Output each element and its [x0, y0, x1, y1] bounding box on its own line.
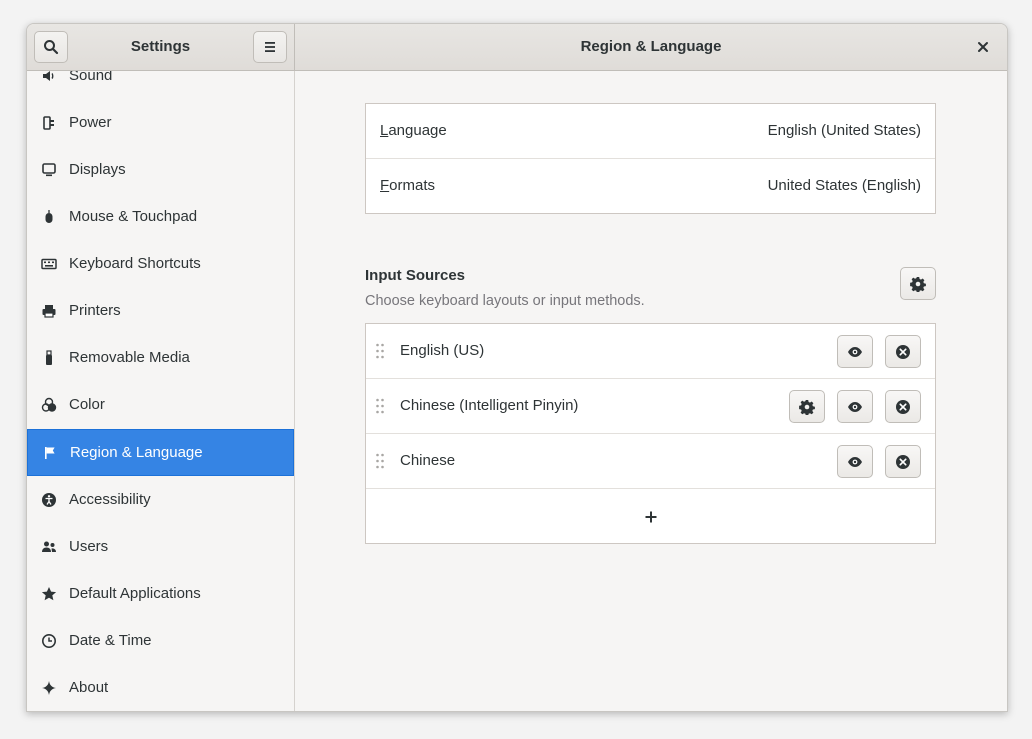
- drag-handle-icon[interactable]: [375, 398, 385, 414]
- language-row[interactable]: Language English (United States): [366, 104, 935, 159]
- sidebar-item-displays[interactable]: Displays: [27, 146, 294, 193]
- sidebar-item-label: Displays: [69, 161, 126, 178]
- input-sources-subtitle: Choose keyboard layouts or input methods…: [365, 293, 645, 309]
- remove-input-source-button[interactable]: [885, 445, 921, 478]
- show-layout-button[interactable]: [837, 390, 873, 423]
- close-window-button[interactable]: [973, 37, 993, 57]
- menu-button[interactable]: [253, 31, 287, 63]
- sidebar-header: Settings: [27, 24, 295, 70]
- power-plug-icon: [40, 114, 58, 132]
- sidebar-item-color[interactable]: Color: [27, 381, 294, 428]
- settings-window: Settings Region & Language Sound Power D…: [26, 23, 1008, 712]
- sidebar-item-users[interactable]: Users: [27, 523, 294, 570]
- remove-input-source-button[interactable]: [885, 390, 921, 423]
- sidebar-item-label: Users: [69, 538, 109, 555]
- sidebar-item-keyboard-shortcuts[interactable]: Keyboard Shortcuts: [27, 240, 294, 287]
- sidebar-item-label: Removable Media: [69, 349, 190, 366]
- region-settings-list: Language English (United States) Formats…: [365, 103, 936, 214]
- sidebar-item-default-applications[interactable]: Default Applications: [27, 570, 294, 617]
- display-icon: [40, 161, 58, 179]
- add-input-source-button[interactable]: [366, 489, 935, 544]
- flag-icon: [41, 444, 59, 462]
- input-source-name: Chinese (Intelligent Pinyin): [400, 397, 579, 414]
- users-icon: [40, 538, 58, 556]
- sidebar-item-about[interactable]: About: [27, 664, 294, 711]
- sidebar-item-label: Default Applications: [69, 585, 201, 602]
- sparkle-icon: [40, 679, 58, 697]
- eye-icon: [848, 346, 862, 357]
- sidebar-item-accessibility[interactable]: Accessibility: [27, 476, 294, 523]
- printer-icon: [40, 302, 58, 320]
- sidebar-item-label: Printers: [69, 302, 121, 319]
- sidebar-item-power[interactable]: Power: [27, 99, 294, 146]
- input-sources-options-button[interactable]: [900, 267, 936, 300]
- sidebar-item-label: Date & Time: [69, 632, 152, 649]
- remove-circle-icon: [896, 344, 910, 359]
- sidebar-item-label: Mouse & Touchpad: [69, 208, 198, 225]
- speaker-icon: [40, 71, 58, 85]
- clock-icon: [40, 632, 58, 650]
- input-sources-list: English (US) Chinese (Intelligent Pinyin…: [365, 323, 936, 544]
- mouse-icon: [40, 208, 58, 226]
- accessibility-icon: [40, 491, 58, 509]
- input-source-row[interactable]: Chinese: [366, 434, 935, 489]
- star-icon: [40, 585, 58, 603]
- sidebar-item-label: Region & Language: [70, 444, 203, 461]
- header-bar: Settings Region & Language: [27, 24, 1007, 71]
- show-layout-button[interactable]: [837, 335, 873, 368]
- sidebar-item-printers[interactable]: Printers: [27, 287, 294, 334]
- hamburger-menu-icon: [265, 42, 275, 52]
- sidebar-item-label: Accessibility: [69, 491, 151, 508]
- sidebar-item-region-language[interactable]: Region & Language: [27, 429, 294, 476]
- input-source-name: Chinese: [400, 452, 456, 469]
- sidebar-item-label: Color: [69, 396, 105, 413]
- formats-row[interactable]: Formats United States (English): [366, 159, 935, 214]
- input-sources-title: Input Sources: [365, 267, 466, 284]
- sidebar-item-label: Power: [69, 114, 112, 131]
- sidebar-item-mouse-touchpad[interactable]: Mouse & Touchpad: [27, 193, 294, 240]
- input-source-name: English (US): [400, 342, 485, 359]
- input-source-settings-button[interactable]: [789, 390, 825, 423]
- keyboard-icon: [40, 255, 58, 273]
- sidebar-item-label: About: [69, 679, 109, 696]
- formats-label: Formats: [380, 177, 436, 194]
- eye-icon: [848, 401, 862, 412]
- page-title: Region & Language: [580, 38, 722, 55]
- remove-circle-icon: [896, 399, 910, 414]
- eye-icon: [848, 456, 862, 467]
- formats-value: United States (English): [767, 177, 921, 194]
- sidebar-item-sound[interactable]: Sound: [27, 71, 294, 99]
- sidebar-item-date-time[interactable]: Date & Time: [27, 617, 294, 664]
- gear-icon: [799, 399, 815, 415]
- drag-handle-icon[interactable]: [375, 453, 385, 469]
- language-label: Language: [380, 122, 447, 139]
- input-source-row[interactable]: Chinese (Intelligent Pinyin): [366, 379, 935, 434]
- sidebar-item-label: Sound: [69, 71, 113, 84]
- input-source-row[interactable]: English (US): [366, 324, 935, 379]
- drag-handle-icon[interactable]: [375, 343, 385, 359]
- remove-input-source-button[interactable]: [885, 335, 921, 368]
- gear-icon: [910, 276, 926, 292]
- sidebar: Sound Power Displays Mouse & Touchpad Ke…: [27, 71, 295, 711]
- color-circles-icon: [40, 396, 58, 414]
- language-value: English (United States): [767, 122, 921, 139]
- show-layout-button[interactable]: [837, 445, 873, 478]
- sidebar-item-label: Keyboard Shortcuts: [69, 255, 201, 272]
- remove-circle-icon: [896, 454, 910, 469]
- usb-icon: [40, 349, 58, 367]
- plus-icon: [645, 511, 656, 522]
- sidebar-item-removable-media[interactable]: Removable Media: [27, 334, 294, 381]
- main-panel: Language English (United States) Formats…: [295, 71, 1007, 711]
- close-icon: [978, 42, 988, 52]
